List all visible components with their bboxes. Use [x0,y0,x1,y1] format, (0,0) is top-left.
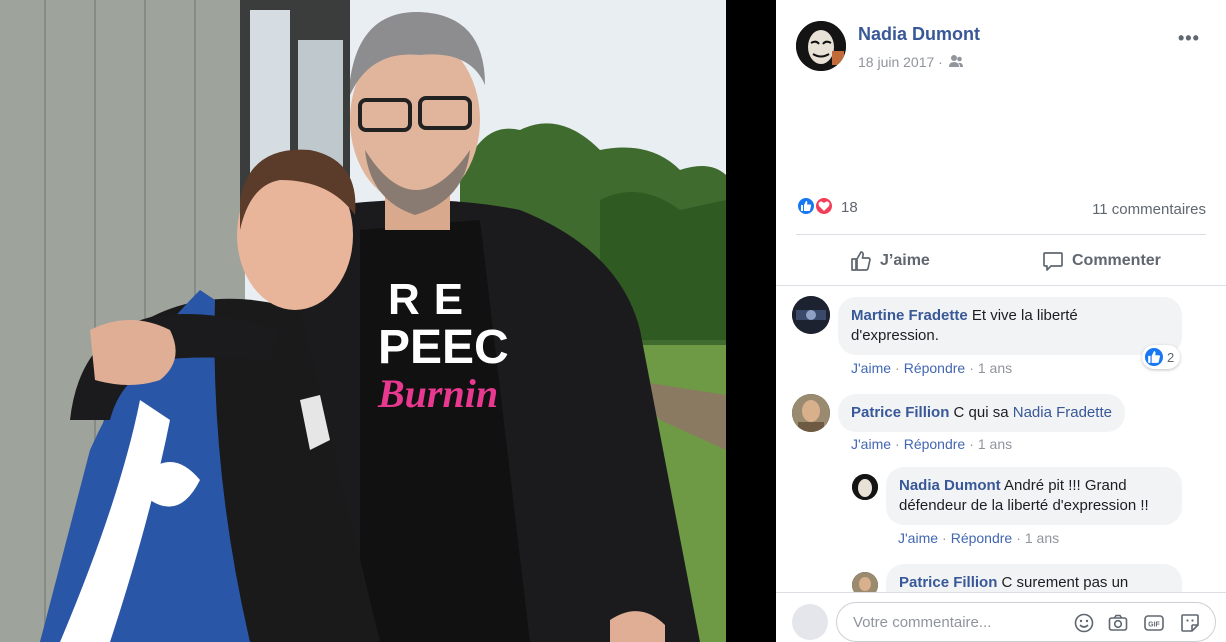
comment-label: Commenter [1072,252,1161,269]
like-reaction-icon [1145,348,1163,366]
commenter-avatar[interactable] [792,394,830,432]
photo-scene [0,0,726,642]
comment-count[interactable]: 11 commentaires [1092,201,1206,218]
comment-reply-link[interactable]: Répondre [951,530,1013,546]
shirt-text-line2: PEEC [378,321,509,374]
comment-likes-value: 2 [1167,349,1175,365]
commenter-name[interactable]: Nadia Dumont [899,477,1001,494]
comment-meta: J'aime · Répondre · 1 ans [851,360,1013,376]
comment-like-link[interactable]: J'aime [851,360,891,376]
more-options-button[interactable]: ••• [1178,28,1200,49]
comment-age[interactable]: 1 ans [978,436,1012,452]
viewer-avatar [792,604,828,640]
shirt-text-line3: Burnin [378,371,499,416]
commenter-avatar[interactable] [852,474,878,500]
comment-button[interactable]: Commenter [1042,247,1161,275]
comment-like-link[interactable]: J'aime [851,436,891,452]
post-date[interactable]: 18 juin 2017 · [858,54,943,70]
comment-bubble: Martine Fradette Et vive la liberté d'ex… [838,297,1182,355]
divider [776,285,1226,286]
comment-like-link[interactable]: J'aime [898,530,938,546]
commenter-name[interactable]: Patrice Fillion [851,404,949,421]
commenter-name[interactable]: Martine Fradette [851,307,968,324]
comment-text: C surement pas un [997,574,1129,591]
friends-audience-icon[interactable] [948,54,964,68]
comment-input[interactable]: Votre commentaire... GIF [836,602,1216,642]
shirt-text: RE PEEC Burnin [378,278,528,414]
comment-like-count[interactable]: 2 [1142,345,1181,369]
like-reaction-icon [796,196,816,216]
reaction-count[interactable]: 18 [841,199,858,216]
comment-bubble: Patrice Fillion C qui sa Nadia Fradette [838,394,1125,432]
post-panel: Nadia Dumont 18 juin 2017 · ••• 18 11 co… [776,0,1226,642]
emoji-icon[interactable] [1073,612,1095,634]
like-button[interactable]: J’aime [850,247,930,275]
commenter-name[interactable]: Patrice Fillion [899,574,997,591]
gif-icon[interactable]: GIF [1143,612,1165,634]
comment-text: C qui sa [949,404,1013,421]
divider [796,234,1206,235]
camera-icon[interactable] [1107,612,1129,634]
sticker-icon[interactable] [1179,612,1201,634]
commenter-avatar[interactable] [792,296,830,334]
shirt-text-line1: RE [388,275,478,324]
post-photo[interactable]: RE PEEC Burnin [0,0,726,642]
comment-age[interactable]: 1 ans [1025,530,1059,546]
author-name[interactable]: Nadia Dumont [858,24,980,45]
love-reaction-icon [814,196,834,216]
comment-reply-link[interactable]: Répondre [904,436,966,452]
comment-meta: J'aime · Répondre · 1 ans [851,436,1013,452]
photo-divider [726,0,776,642]
comment-meta: J'aime · Répondre · 1 ans [898,530,1060,546]
comment-icon [1043,252,1063,271]
like-label: J’aime [880,252,930,269]
thumbs-up-icon [851,251,871,271]
comment-input-placeholder: Votre commentaire... [853,614,992,631]
author-avatar[interactable] [796,21,846,71]
comment-age[interactable]: 1 ans [978,360,1012,376]
mentioned-user-link[interactable]: Nadia Fradette [1013,404,1112,421]
svg-text:GIF: GIF [1148,622,1160,629]
comment-bubble: Nadia Dumont André pit !!! Grand défende… [886,467,1182,525]
comment-reply-link[interactable]: Répondre [904,360,966,376]
